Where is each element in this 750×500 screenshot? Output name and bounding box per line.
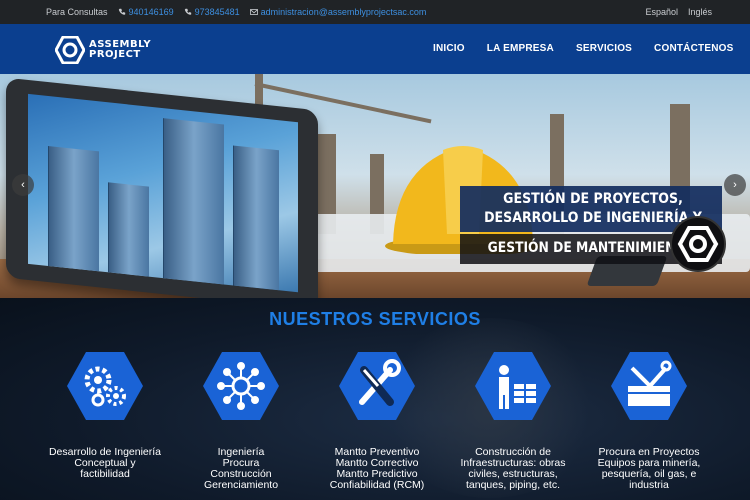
main-nav: ASSEMBLY PROJECT INICIO LA EMPRESA SERVI…	[0, 24, 750, 74]
phone-2-text: 973845481	[194, 7, 240, 17]
envelope-icon	[249, 9, 258, 15]
service-card-maintenance[interactable]: Mantto Preventivo Mantto Correctivo Mant…	[302, 350, 452, 491]
service-label: Construcción de Infraestructuras: obras …	[460, 446, 566, 491]
worker-icon	[475, 352, 551, 420]
building	[233, 145, 279, 291]
menu-la-empresa[interactable]: LA EMPRESA	[487, 43, 554, 54]
building	[108, 182, 149, 277]
hero-line1: GESTIÓN DE PROYECTOS,	[503, 191, 683, 207]
phone-icon	[118, 8, 125, 15]
service-card-engineering[interactable]: Desarrollo de Ingeniería Conceptual y fa…	[30, 350, 180, 480]
lang-es[interactable]: Español	[645, 7, 678, 17]
toolbox-icon	[611, 352, 687, 420]
menu: INICIO LA EMPRESA SERVICIOS CONTÁCTENOS	[433, 43, 733, 54]
service-card-procurement[interactable]: Procura en Proyectos Equipos para minerí…	[574, 350, 724, 491]
menu-servicios[interactable]: SERVICIOS	[576, 43, 632, 54]
building	[48, 146, 99, 272]
phone-1[interactable]: 940146169	[118, 7, 174, 17]
tools-icon	[339, 352, 415, 420]
menu-contactenos[interactable]: CONTÁCTENOS	[654, 43, 733, 54]
tablet-screen	[28, 93, 298, 293]
services-section: NUESTROS SERVICIOS Desarrollo de Ingenie…	[0, 298, 750, 500]
phone-icon	[184, 8, 191, 15]
hero-slider: GESTIÓN DE PROYECTOS, DESARROLLO DE INGE…	[0, 74, 750, 298]
service-label: Ingeniería Procura Construcción Gerencia…	[203, 446, 279, 491]
slider-next-button[interactable]: ›	[724, 174, 746, 196]
email-link[interactable]: administracion@assemblyprojectsac.com	[249, 7, 427, 17]
hex-nut-badge-icon	[677, 226, 719, 262]
service-label: Desarrollo de Ingeniería Conceptual y fa…	[48, 446, 162, 480]
contact-info: Para Consultas 940146169 973845481 admin…	[46, 7, 426, 17]
email-text: administracion@assemblyprojectsac.com	[260, 7, 427, 17]
language-switcher: Español Inglés	[645, 7, 712, 17]
hex-badge	[670, 216, 726, 272]
phone-1-text: 940146169	[128, 7, 174, 17]
service-label: Mantto Preventivo Mantto Correctivo Mant…	[329, 446, 425, 491]
tablet-image	[6, 77, 318, 298]
menu-inicio[interactable]: INICIO	[433, 43, 465, 54]
gears-icon	[67, 352, 143, 420]
building	[163, 118, 224, 285]
service-card-epcm[interactable]: Ingeniería Procura Construcción Gerencia…	[166, 350, 316, 491]
slider-prev-button[interactable]: ‹	[12, 174, 34, 196]
site-logo[interactable]: ASSEMBLY PROJECT	[55, 36, 151, 64]
top-bar: Para Consultas 940146169 973845481 admin…	[0, 0, 750, 24]
services-title: NUESTROS SERVICIOS	[269, 309, 481, 329]
contact-label: Para Consultas	[46, 7, 108, 17]
network-icon	[203, 352, 279, 420]
service-card-construction[interactable]: Construcción de Infraestructuras: obras …	[438, 350, 588, 491]
logo-line2: PROJECT	[89, 49, 141, 60]
phone-2[interactable]: 973845481	[184, 7, 240, 17]
hex-nut-logo-icon	[55, 36, 85, 64]
lang-en[interactable]: Inglés	[688, 7, 712, 17]
service-label: Procura en Proyectos Equipos para minerí…	[597, 446, 701, 491]
